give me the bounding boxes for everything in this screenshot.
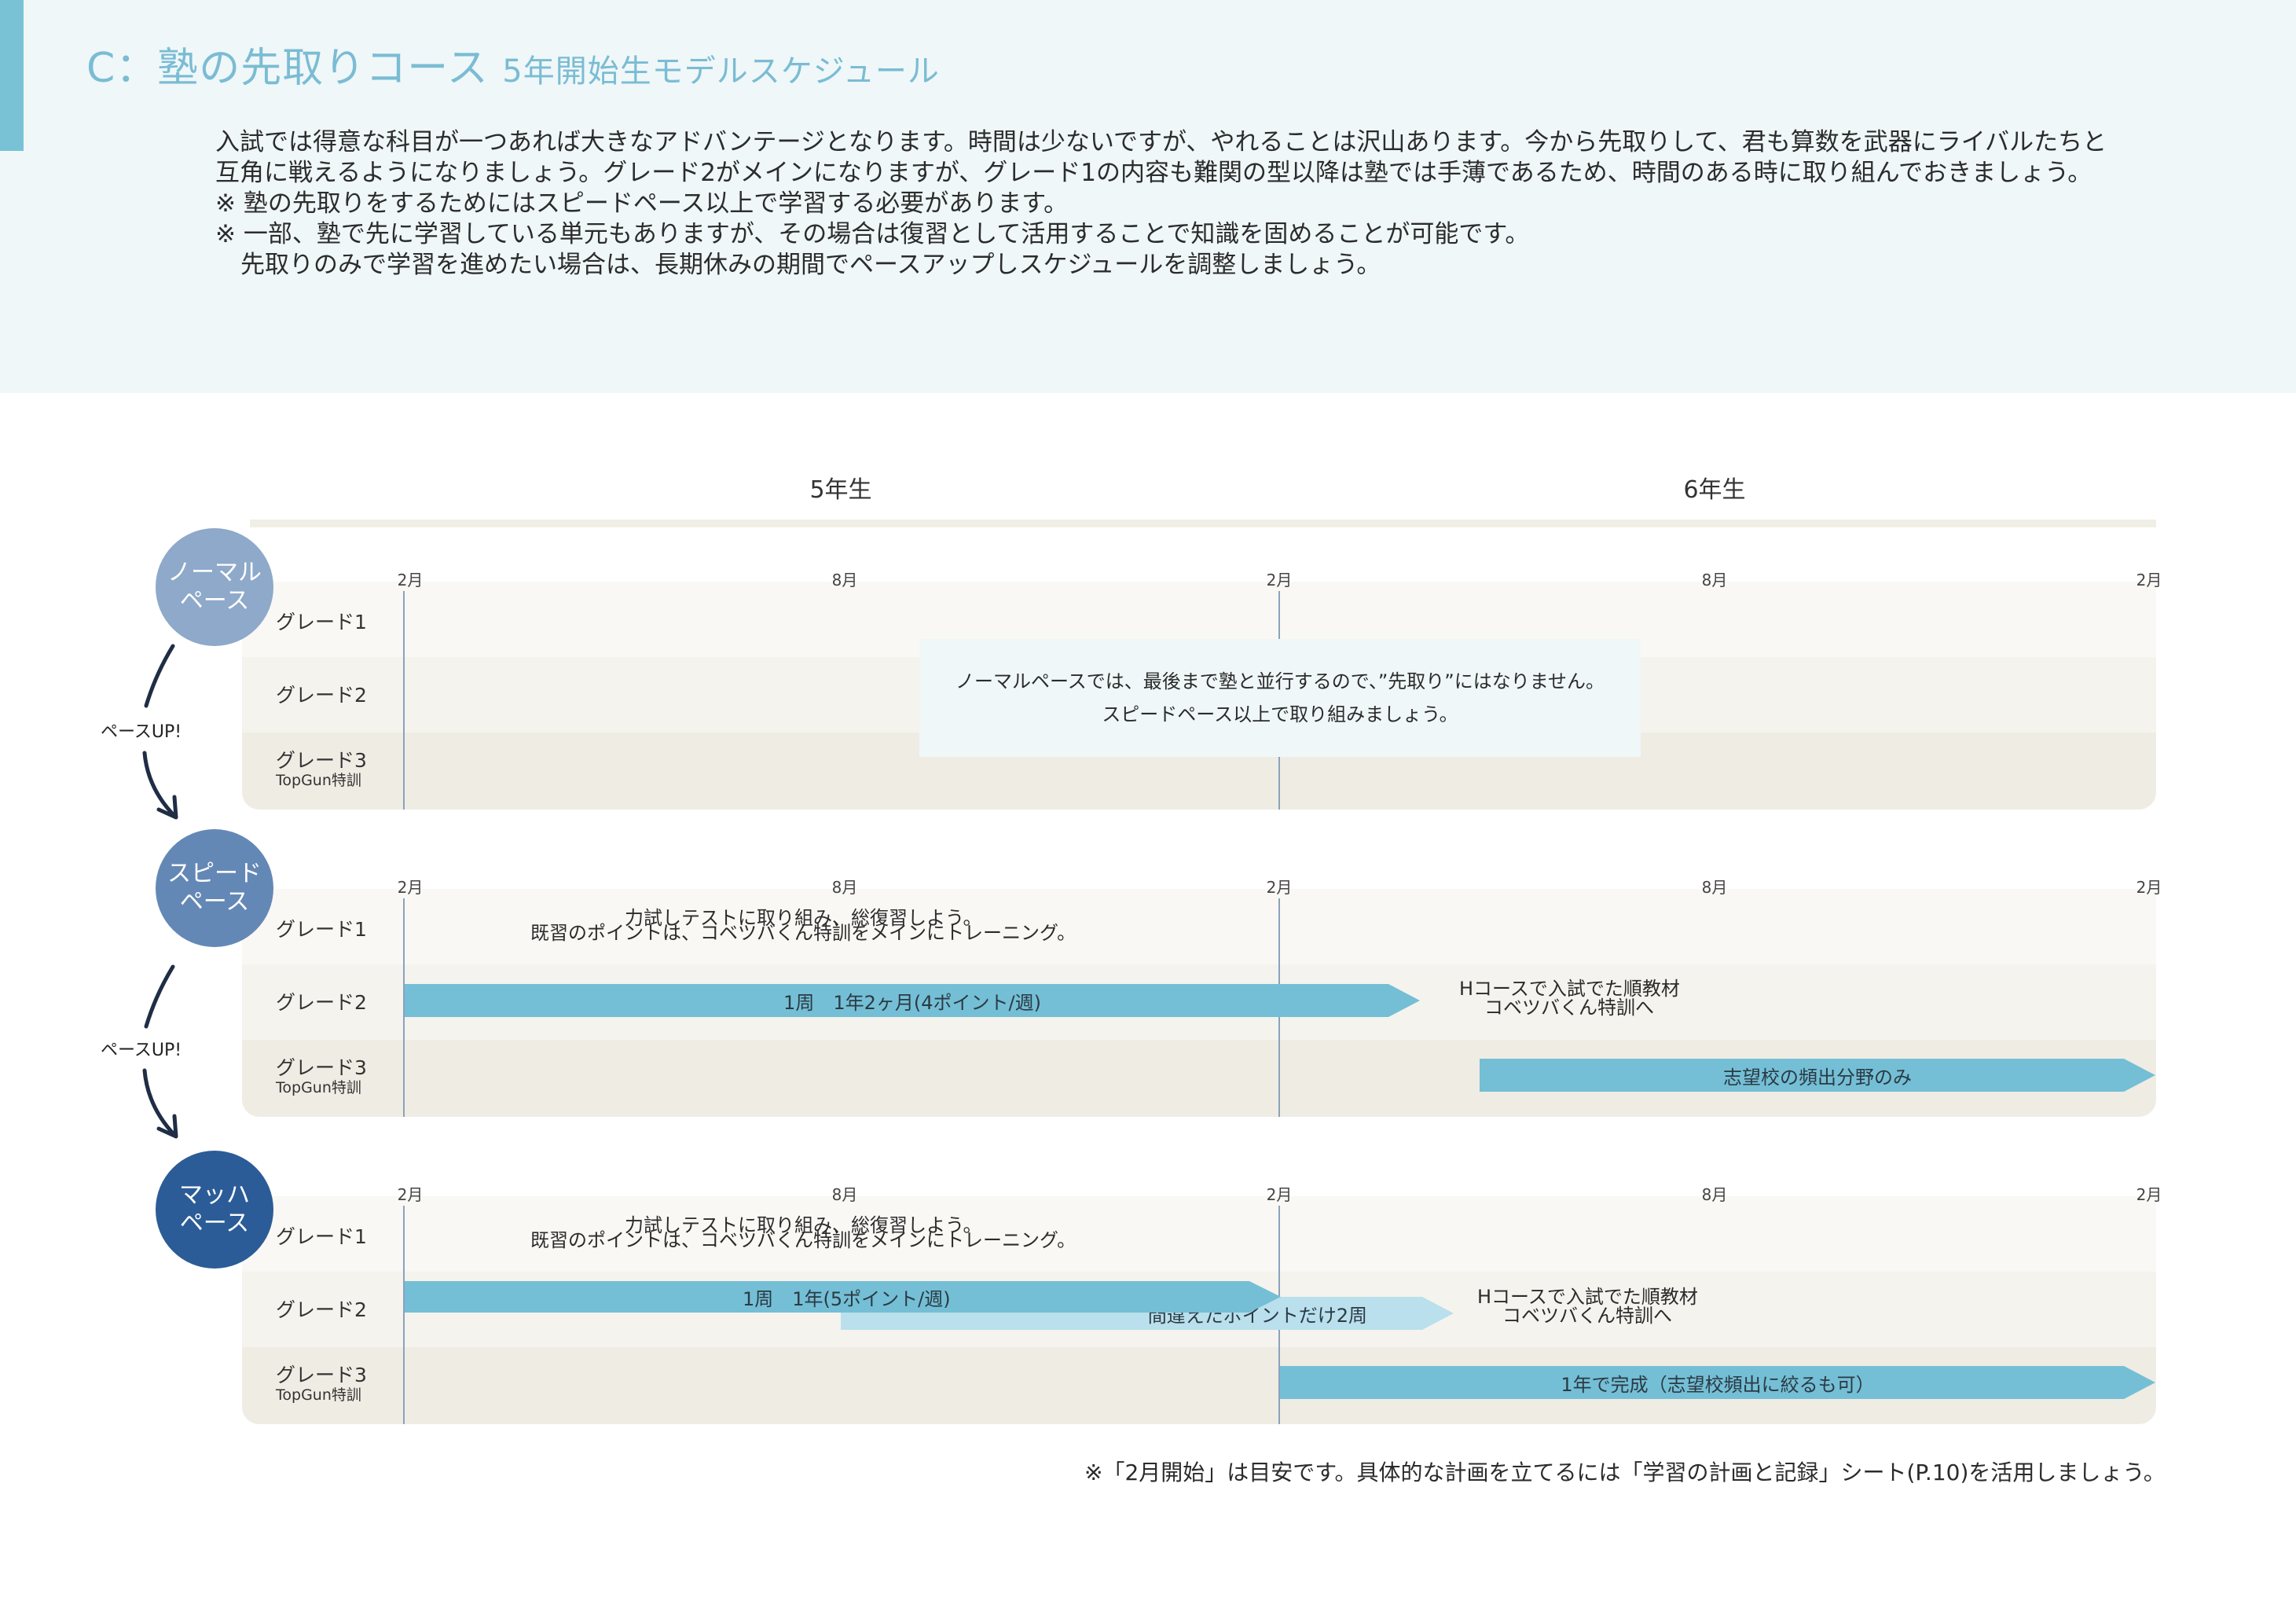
grade1-label: グレード1 [276, 611, 367, 633]
month-label: 2月 [397, 571, 424, 589]
grade3-sublabel: TopGun特訓 [276, 1386, 361, 1404]
year-5-label: 5年生 [809, 476, 872, 504]
next-step-line1: Hコースで入試でた順教材 [1477, 1286, 1698, 1308]
month-label: 2月 [397, 878, 424, 897]
start-line [403, 591, 405, 810]
next-step-line2: コベツバくん特訓へ [1484, 997, 1654, 1019]
month-label: 2月 [2136, 571, 2162, 589]
grade1-row [242, 1196, 2156, 1272]
month-label: 2月 [2136, 1185, 2162, 1204]
year-6-label: 6年生 [1683, 476, 1746, 504]
grade2-label: グレード2 [276, 684, 367, 707]
month-label: 2月 [1266, 571, 1293, 589]
month-label: 2月 [1266, 1185, 1293, 1204]
year-rule [250, 520, 2156, 527]
next-step-line2: コベツバくん特訓へ [1502, 1305, 1672, 1327]
month-label: 2月 [1266, 878, 1293, 897]
normal-note-line2: スピードペース以上で取り組みましょう。 [1102, 703, 1458, 725]
footnote: ※「2月開始」は目安です。具体的な計画を立てるには「学習の計画と記録」シート(P… [1084, 1460, 2166, 1485]
grade1-note: 既習のポイントは、コベツバくん特訓をメインにトレーニング。 [530, 922, 1076, 944]
next-step-line1: Hコースで入試でた順教材 [1459, 978, 1680, 1000]
month-label: 2月 [397, 1185, 424, 1204]
pace-up-label: ペースUP! [101, 722, 182, 742]
intro-note-3: 先取りのみで学習を進めたい場合は、長期休みの期間でペースアップしスケジュールを調… [240, 251, 1381, 279]
month-label: 8月 [831, 878, 858, 897]
grade3-study-bar: 志望校の頻出分野のみ [1480, 1059, 2155, 1092]
pace-label: ペース [179, 587, 250, 615]
pace-label: マッハ [179, 1181, 250, 1209]
speed-pace-schedule: 2月 8月 2月 8月 2月 グレード1 グレード2 グレード3 TopGun特… [0, 835, 2296, 1117]
pace-label: ペース [179, 888, 250, 916]
grade2-study-bar: 1周 1年(5ポイント/週) [405, 1281, 1281, 1313]
pace-label: ノーマル [167, 559, 262, 586]
intro-text: 入試では得意な科目が一つあれば大きなアドバンテージとなります。時間は少ないですが… [215, 127, 2117, 281]
month-label: 8月 [1701, 878, 1728, 897]
month-label: 8月 [1701, 571, 1728, 589]
month-label: 8月 [831, 571, 858, 589]
title-sub: 5年開始生モデルスケジュール [502, 53, 940, 90]
normal-pace-note: ノーマルペースでは、最後まで塾と並行するので、”先取り”にはなりません。 スピー… [919, 639, 1641, 757]
start-line [403, 1206, 405, 1424]
start-line [403, 898, 405, 1117]
mach-pace-badge: マッハ ペース [156, 1151, 273, 1269]
grade1-label: グレード1 [276, 918, 367, 941]
intro-paragraph: 入試では得意な科目が一つあれば大きなアドバンテージとなります。時間は少ないですが… [215, 128, 2107, 187]
month-label: 8月 [831, 1185, 858, 1204]
page-title: C：塾の先取りコース 5年開始生モデルスケジュール [86, 35, 940, 94]
grade2-study-bar: 1周 1年2ヶ月(4ポイント/週) [405, 984, 1420, 1017]
grade2-next-step: Hコースで入試でた順教材 コベツバくん特訓へ [1459, 978, 1680, 1019]
accent-bar [0, 0, 24, 151]
month-label: 2月 [2136, 878, 2162, 897]
month-label: 8月 [1701, 1185, 1728, 1204]
grade2-label: グレード2 [276, 991, 367, 1014]
normal-note-line1: ノーマルペースでは、最後まで塾と並行するので、”先取り”にはなりません。 [955, 670, 1605, 692]
normal-pace-badge: ノーマル ペース [156, 528, 273, 646]
grade3-sublabel: TopGun特訓 [276, 772, 361, 789]
intro-note-1: ※ 塾の先取りをするためにはスピードペース以上で学習する必要があります。 [215, 189, 1069, 218]
grade1-note: 既習のポイントは、コベツバくん特訓をメインにトレーニング。 [530, 1229, 1076, 1251]
pace-up-label: ペースUP! [101, 1041, 182, 1060]
grade2-next-step: Hコースで入試でた順教材 コベツバくん特訓へ [1477, 1286, 1698, 1327]
intro-note-2: ※ 一部、塾で先に学習している単元もありますが、その場合は復習として活用すること… [215, 220, 1530, 248]
grade1-row [242, 889, 2156, 964]
speed-pace-badge: スピード ペース [156, 829, 273, 947]
grade1-label: グレード1 [276, 1225, 367, 1248]
grade3-study-bar: 1年で完成（志望校頻出に絞るも可） [1280, 1366, 2155, 1399]
grade2-label: グレード2 [276, 1298, 367, 1321]
pace-label: スピード [167, 860, 262, 887]
grade3-sublabel: TopGun特訓 [276, 1079, 361, 1096]
pace-label: ペース [179, 1210, 250, 1237]
mach-pace-schedule: 2月 8月 2月 8月 2月 グレード1 グレード2 グレード3 TopGun特… [0, 1143, 2296, 1424]
title-main: C：塾の先取りコース [86, 45, 489, 92]
